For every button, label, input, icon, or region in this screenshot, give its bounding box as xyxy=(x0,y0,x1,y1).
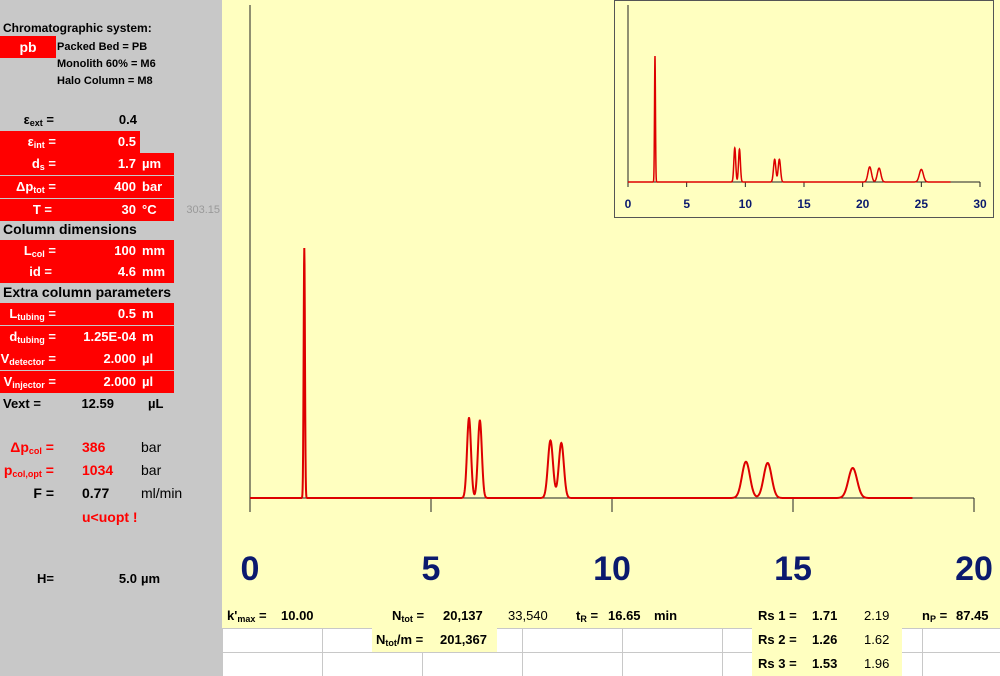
x-tick-label: 10 xyxy=(593,550,631,588)
rs1-alt: 2.19 xyxy=(864,608,890,623)
eps-ext-label: εext = xyxy=(23,112,54,128)
rs1-label: Rs 1 = xyxy=(758,608,797,623)
chromatogram-trace xyxy=(250,247,913,499)
rs3-label: Rs 3 = xyxy=(758,656,797,671)
tr-value: 16.65 xyxy=(608,608,641,623)
eps-ext-value[interactable]: 0.4 xyxy=(57,109,137,131)
x-tick-label: 10 xyxy=(739,197,753,211)
h-value: 5.0 xyxy=(118,571,137,586)
chromatogram-trace xyxy=(628,55,951,183)
flow-label: F = xyxy=(33,485,54,501)
dp-col-label: Δpcol = xyxy=(10,439,54,456)
ntot-value: 20,137 xyxy=(443,608,483,623)
overview-inset-chart: 0 5 10 15 20 25 30 xyxy=(614,0,994,218)
grid-divider xyxy=(174,0,175,676)
tr-unit: min xyxy=(654,608,678,623)
vdetector-label: Vdetector = xyxy=(0,348,56,370)
lcol-unit: mm xyxy=(140,240,174,262)
np-value: 87.45 xyxy=(956,608,989,623)
column-dimensions-title: Column dimensions xyxy=(3,221,137,237)
h-unit: µm xyxy=(141,571,161,586)
x-tick-label: 15 xyxy=(774,550,812,588)
x-tick-label: 0 xyxy=(241,550,260,588)
id-unit: mm xyxy=(140,261,174,283)
rs2-value: 1.26 xyxy=(812,632,838,647)
vinjector-unit: µl xyxy=(140,371,174,393)
ltubing-label: Ltubing = xyxy=(0,303,56,325)
tr-label: tR = xyxy=(576,608,599,624)
vinjector-value[interactable]: 2.000 xyxy=(56,371,140,393)
x-tick-label: 15 xyxy=(797,197,811,211)
dtubing-label: dtubing = xyxy=(0,326,56,348)
lcol-label: Lcol = xyxy=(0,240,56,262)
dtubing-value[interactable]: 1.25E-04 xyxy=(56,326,140,348)
eps-int-label: εint = xyxy=(0,131,56,153)
ds-value[interactable]: 1.7 xyxy=(56,153,140,175)
h-label: H= xyxy=(37,571,54,586)
velocity-warning: u<uopt ! xyxy=(82,509,138,525)
lcol-value[interactable]: 100 xyxy=(56,240,140,262)
vext-unit: µL xyxy=(148,396,164,411)
dp-tot-value[interactable]: 400 xyxy=(56,176,140,198)
rs3-value: 1.53 xyxy=(812,656,838,671)
dp-tot-unit: bar xyxy=(140,176,174,198)
vext-label: Vext = xyxy=(3,396,41,411)
ntotm-value: 201,367 xyxy=(440,632,487,647)
ltubing-unit: m xyxy=(140,303,174,325)
dp-tot-label: Δptot = xyxy=(0,176,56,198)
rs2-alt: 1.62 xyxy=(864,632,890,647)
vext-value: 12.59 xyxy=(81,396,114,411)
x-tick-label: 0 xyxy=(625,197,632,211)
x-tick-label: 20 xyxy=(856,197,870,211)
id-value[interactable]: 4.6 xyxy=(56,261,140,283)
overview-plot: 0 5 10 15 20 25 30 xyxy=(625,5,987,211)
ntot-alt-value: 33,540 xyxy=(508,608,548,623)
rs1-value: 1.71 xyxy=(812,608,838,623)
vinjector-label: Vinjector = xyxy=(0,371,56,393)
kmax-value: 10.00 xyxy=(281,608,314,623)
system-code-cell[interactable]: pb xyxy=(0,36,56,58)
temperature-kelvin: 303.15 xyxy=(186,204,220,216)
ntot-label: Ntot = xyxy=(392,608,425,624)
ds-unit: µm xyxy=(140,153,174,175)
x-tick-label: 5 xyxy=(422,550,441,588)
x-tick-label: 20 xyxy=(955,550,993,588)
np-label: nP = xyxy=(922,608,948,624)
x-tick-label: 5 xyxy=(683,197,690,211)
x-tick-label: 30 xyxy=(973,197,987,211)
dp-col-unit: bar xyxy=(141,439,162,455)
rs2-label: Rs 2 = xyxy=(758,632,797,647)
p-col-opt-value: 1034 xyxy=(82,462,114,478)
vdetector-value[interactable]: 2.000 xyxy=(56,348,140,370)
kmax-label: k'max = xyxy=(227,608,267,624)
p-col-opt-unit: bar xyxy=(141,462,162,478)
ntotm-label: Ntot/m = xyxy=(376,632,424,648)
eps-int-value[interactable]: 0.5 xyxy=(56,131,140,153)
rs3-alt: 1.96 xyxy=(864,656,890,671)
flow-unit: ml/min xyxy=(141,485,183,501)
p-col-opt-label: pcol,opt = xyxy=(3,462,54,479)
flow-value: 0.77 xyxy=(82,485,110,501)
ds-label: ds = xyxy=(0,153,56,175)
id-label: id = xyxy=(0,261,56,283)
dp-col-value: 386 xyxy=(82,439,106,455)
ltubing-value[interactable]: 0.5 xyxy=(56,303,140,325)
vdetector-unit: µl xyxy=(140,348,174,370)
temperature-unit: °C xyxy=(140,199,174,221)
x-tick-label: 25 xyxy=(915,197,929,211)
dtubing-unit: m xyxy=(140,326,174,348)
option-m8: Halo Column = M8 xyxy=(57,75,153,87)
extra-column-title: Extra column parameters xyxy=(3,284,172,300)
